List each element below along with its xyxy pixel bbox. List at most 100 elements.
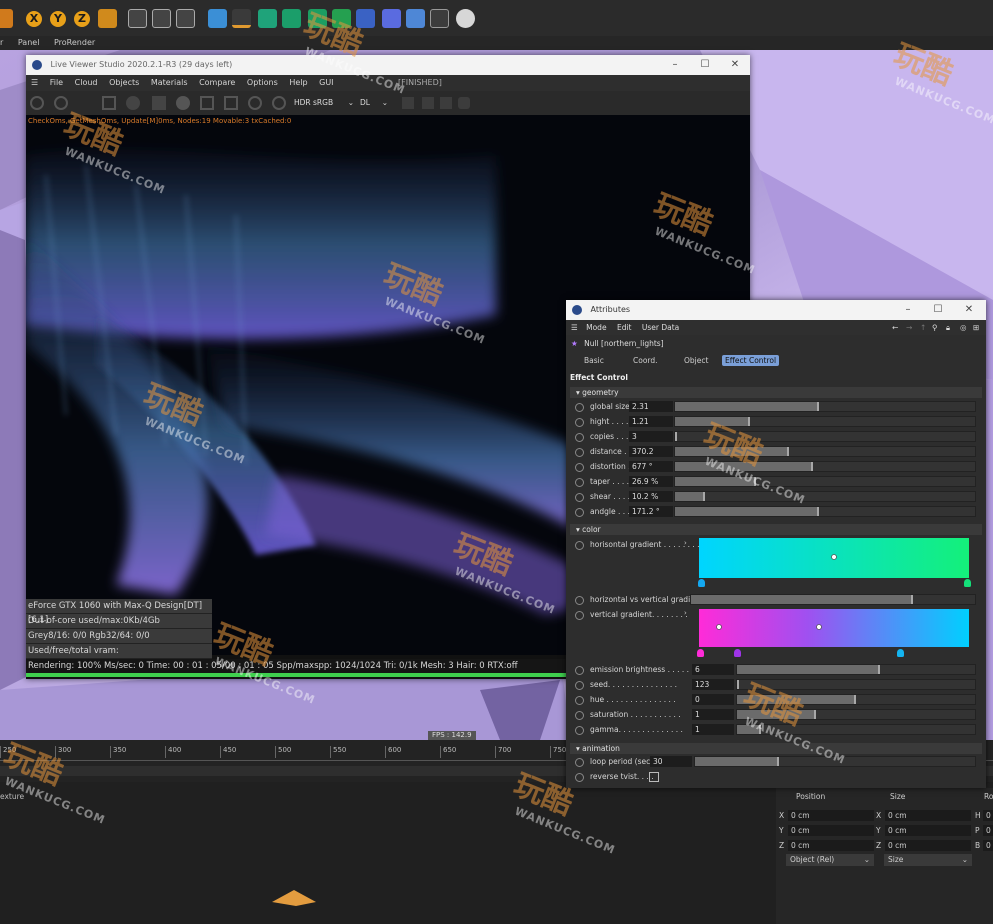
mograph-icon[interactable] xyxy=(332,9,351,28)
snapshot-icon[interactable] xyxy=(440,97,452,109)
x-axis-toggle[interactable]: X xyxy=(24,9,44,29)
maximize-icon[interactable]: ☐ xyxy=(923,300,953,320)
tab-object[interactable]: Object xyxy=(684,356,708,365)
param-field[interactable]: 1.21 xyxy=(629,416,673,427)
live-viewer-titlebar[interactable]: Live Viewer Studio 2020.2.1-R3 (29 days … xyxy=(26,55,750,75)
shader-icon[interactable] xyxy=(382,9,401,28)
animate-icon[interactable] xyxy=(575,403,584,412)
h-vs-v-slider[interactable] xyxy=(690,594,976,605)
gradient-knot[interactable] xyxy=(734,649,741,657)
cube-icon[interactable] xyxy=(208,9,227,28)
position-field[interactable]: 0 cm xyxy=(788,825,874,836)
reverse-twist-checkbox[interactable] xyxy=(649,772,659,782)
camera-icon[interactable] xyxy=(430,9,449,28)
param-slider[interactable] xyxy=(736,664,976,675)
tab-coord[interactable]: Coord. xyxy=(633,356,658,365)
forward-arrow-icon[interactable]: → xyxy=(906,320,912,335)
gradient-knot[interactable] xyxy=(698,579,705,587)
size-field[interactable]: 0 cm xyxy=(885,825,971,836)
maximize-icon[interactable]: ☐ xyxy=(690,55,720,75)
loop-period-field[interactable]: 30 xyxy=(650,756,692,767)
param-slider[interactable] xyxy=(674,431,976,442)
close-icon[interactable]: ✕ xyxy=(720,55,750,75)
param-field[interactable]: 171.2 ° xyxy=(629,506,673,517)
rotation-field[interactable]: 0 xyxy=(983,840,993,851)
param-slider[interactable] xyxy=(674,446,976,457)
animate-icon[interactable] xyxy=(575,478,584,487)
animate-icon[interactable] xyxy=(575,773,584,782)
param-field[interactable]: 677 ° xyxy=(629,461,673,472)
pick-material-icon[interactable] xyxy=(224,96,238,110)
animate-icon[interactable] xyxy=(575,696,584,705)
kernel-dropdown[interactable]: DL ⌄ xyxy=(360,97,390,109)
region-icon[interactable] xyxy=(102,96,116,110)
pick-object-icon[interactable] xyxy=(272,96,286,110)
coordinate-system-icon[interactable] xyxy=(98,9,117,28)
menu-item-panel[interactable]: Panel xyxy=(18,38,40,47)
animate-icon[interactable] xyxy=(575,493,584,502)
animate-icon[interactable] xyxy=(575,711,584,720)
lv-menu-compare[interactable]: Compare xyxy=(199,78,235,87)
animation-group[interactable]: ▾ animation xyxy=(570,743,982,754)
close-icon[interactable]: ✕ xyxy=(954,300,984,320)
size-mode-dropdown[interactable]: Size ⌄ xyxy=(884,854,972,866)
param-slider[interactable] xyxy=(674,491,976,502)
color-group[interactable]: ▾ color xyxy=(570,524,982,535)
size-field[interactable]: 0 cm xyxy=(885,840,971,851)
param-field[interactable]: 6 xyxy=(692,664,734,675)
material-thumbnail[interactable] xyxy=(268,886,318,906)
param-slider[interactable] xyxy=(674,416,976,427)
expand-arrow-icon[interactable]: › xyxy=(684,539,687,547)
rotation-field[interactable]: 0 xyxy=(983,825,993,836)
restart-icon[interactable] xyxy=(54,96,68,110)
param-field[interactable]: 1 xyxy=(692,724,734,735)
minimize-icon[interactable]: – xyxy=(660,55,690,75)
up-arrow-icon[interactable]: ↑ xyxy=(920,320,926,335)
rotation-field[interactable]: 0 xyxy=(983,810,993,821)
y-axis-toggle[interactable]: Y xyxy=(48,9,68,29)
param-slider[interactable] xyxy=(674,506,976,517)
param-field[interactable]: 1 xyxy=(692,709,734,720)
lv-menu-help[interactable]: Help xyxy=(289,78,307,87)
lv-menu-options[interactable]: Options xyxy=(247,78,278,87)
gradient-knot[interactable] xyxy=(964,579,971,587)
floor-icon[interactable] xyxy=(406,9,425,28)
lock-icon[interactable]: 🔒︎ xyxy=(946,320,950,335)
param-slider[interactable] xyxy=(736,694,976,705)
animate-icon[interactable] xyxy=(575,541,584,550)
clay-icon[interactable] xyxy=(402,97,414,109)
color-header[interactable]: ▾ color xyxy=(570,524,982,535)
light-icon[interactable] xyxy=(456,9,475,28)
animate-icon[interactable] xyxy=(575,596,584,605)
param-slider[interactable] xyxy=(736,724,976,735)
param-slider[interactable] xyxy=(674,461,976,472)
save-icon[interactable] xyxy=(422,97,434,109)
animate-icon[interactable] xyxy=(575,726,584,735)
render-view-icon[interactable] xyxy=(152,9,171,28)
animate-icon[interactable] xyxy=(575,463,584,472)
animate-icon[interactable] xyxy=(575,758,584,767)
animate-icon[interactable] xyxy=(575,508,584,517)
deformer-icon[interactable] xyxy=(308,9,327,28)
menu-item[interactable]: r xyxy=(0,38,3,47)
position-field[interactable]: 0 cm xyxy=(788,810,874,821)
pen-icon[interactable] xyxy=(232,9,251,28)
attr-menu-edit[interactable]: Edit xyxy=(617,323,632,332)
pick-focus-icon[interactable] xyxy=(200,96,214,110)
coord-mode-dropdown[interactable]: Object (Rel) ⌄ xyxy=(786,854,874,866)
tab-basic[interactable]: Basic xyxy=(584,356,604,365)
render-icon[interactable] xyxy=(30,96,44,110)
z-axis-toggle[interactable]: Z xyxy=(72,9,92,29)
position-field[interactable]: 0 cm xyxy=(788,840,874,851)
expand-arrow-icon[interactable]: › xyxy=(684,609,687,617)
spline-icon[interactable] xyxy=(356,9,375,28)
vertical-gradient[interactable] xyxy=(699,609,969,647)
back-arrow-icon[interactable]: ← xyxy=(892,320,898,335)
geometry-header[interactable]: ▾ geometry xyxy=(570,387,982,398)
move-icon[interactable] xyxy=(0,9,13,28)
pick-white-balance-icon[interactable] xyxy=(248,96,262,110)
animate-icon[interactable] xyxy=(575,611,584,620)
animate-icon[interactable] xyxy=(575,448,584,457)
search-icon[interactable]: ⚲ xyxy=(932,320,938,335)
animation-header[interactable]: ▾ animation xyxy=(570,743,982,754)
